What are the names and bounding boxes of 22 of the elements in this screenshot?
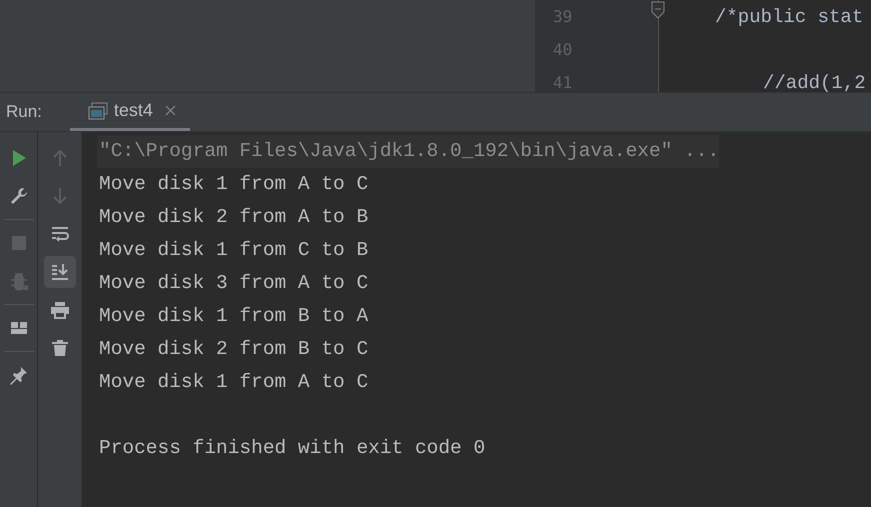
printer-icon[interactable]: [50, 300, 70, 320]
panel-label: Run:: [6, 102, 42, 122]
toggle-button[interactable]: [44, 256, 76, 288]
console-icon: [88, 102, 108, 120]
run-tab[interactable]: test4: [70, 93, 190, 131]
output-line: Move disk 1 from A to C: [99, 172, 370, 197]
wrench-icon[interactable]: [8, 186, 28, 206]
output-line: Move disk 3 from A to C: [99, 271, 370, 296]
close-icon[interactable]: [164, 105, 176, 116]
output-line: Move disk 2 from B to C: [99, 337, 370, 362]
output-line: Move disk 1 from B to A: [99, 304, 370, 329]
code-line: //add(1,2: [763, 72, 866, 94]
code-line: /*public stat: [715, 6, 864, 28]
scroll-to-end-icon[interactable]: [50, 262, 70, 282]
pin-icon[interactable]: [8, 365, 28, 385]
trash-icon[interactable]: [50, 338, 70, 358]
exit-status: Process finished with exit code 0: [99, 436, 486, 461]
output-line: Move disk 1 from A to C: [99, 370, 370, 395]
fold-icon[interactable]: [651, 1, 665, 19]
wrap-icon[interactable]: [50, 224, 70, 244]
output-line: Move disk 2 from A to B: [99, 205, 370, 230]
output-line: Move disk 1 from C to B: [99, 238, 370, 263]
